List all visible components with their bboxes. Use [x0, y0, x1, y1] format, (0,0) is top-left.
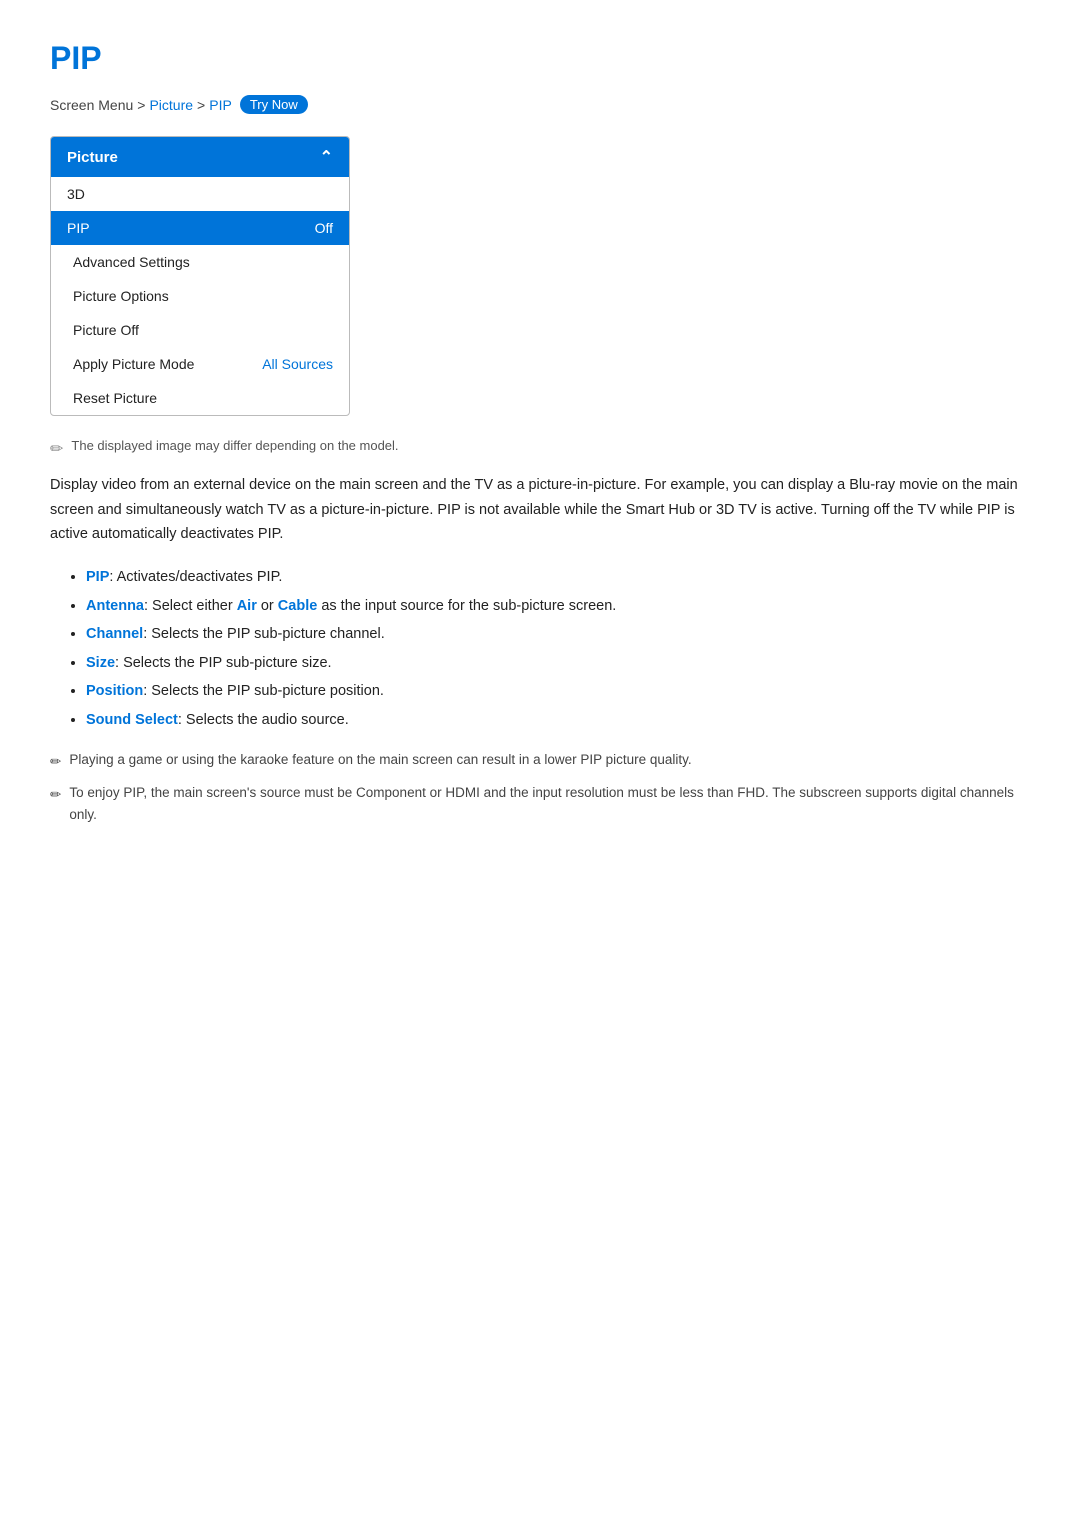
- menu-item-picture-options-label: Picture Options: [73, 288, 169, 304]
- list-item: Channel: Selects the PIP sub-picture cha…: [86, 622, 1030, 647]
- list-item: Antenna: Select either Air or Cable as t…: [86, 594, 1030, 619]
- top-note: ✏ The displayed image may differ dependi…: [50, 438, 1030, 459]
- breadcrumb: Screen Menu > Picture > PIP Try Now: [50, 95, 1030, 114]
- menu-item-picture-options[interactable]: Picture Options: [51, 279, 349, 313]
- term-position: Position: [86, 683, 143, 699]
- menu-item-apply-picture-mode-label: Apply Picture Mode: [73, 356, 194, 372]
- term-channel: Channel: [86, 626, 143, 642]
- position-desc: : Selects the PIP sub-picture position.: [143, 683, 384, 699]
- bottom-note-1: ✏ Playing a game or using the karaoke fe…: [50, 749, 1030, 773]
- menu-item-pip[interactable]: PIP Off: [51, 211, 349, 245]
- menu-header: Picture ⌃: [51, 137, 349, 177]
- menu-box: Picture ⌃ 3D PIP Off Advanced Settings P…: [50, 136, 350, 416]
- list-item: Size: Selects the PIP sub-picture size.: [86, 651, 1030, 676]
- menu-item-advanced-settings[interactable]: Advanced Settings: [51, 245, 349, 279]
- breadcrumb-sep-1: >: [137, 97, 145, 113]
- pencil-icon: ✏: [50, 439, 63, 459]
- sound-desc: : Selects the audio source.: [178, 712, 349, 728]
- antenna-desc-2: or: [257, 598, 278, 614]
- menu-item-apply-picture-mode-value: All Sources: [262, 356, 333, 372]
- term-pip: PIP: [86, 569, 109, 585]
- menu-item-3d[interactable]: 3D: [51, 177, 349, 211]
- feature-list: PIP: Activates/deactivates PIP. Antenna:…: [50, 565, 1030, 733]
- size-desc: : Selects the PIP sub-picture size.: [115, 655, 332, 671]
- chevron-up-icon: ⌃: [320, 147, 333, 167]
- menu-header-label: Picture: [67, 149, 118, 166]
- menu-item-picture-off-label: Picture Off: [73, 322, 139, 338]
- description: Display video from an external device on…: [50, 473, 1030, 547]
- menu-item-picture-off[interactable]: Picture Off: [51, 313, 349, 347]
- list-item: Sound Select: Selects the audio source.: [86, 708, 1030, 733]
- list-item: PIP: Activates/deactivates PIP.: [86, 565, 1030, 590]
- top-note-text: The displayed image may differ depending…: [71, 438, 398, 453]
- pip-desc: : Activates/deactivates PIP.: [109, 569, 282, 585]
- term-antenna: Antenna: [86, 598, 144, 614]
- term-size: Size: [86, 655, 115, 671]
- menu-item-reset-picture-label: Reset Picture: [73, 390, 157, 406]
- breadcrumb-sep-2: >: [197, 97, 205, 113]
- menu-item-reset-picture[interactable]: Reset Picture: [51, 381, 349, 415]
- menu-item-advanced-settings-label: Advanced Settings: [73, 254, 190, 270]
- page-title: PIP: [50, 40, 1030, 77]
- bottom-note-2-text: To enjoy PIP, the main screen's source m…: [69, 782, 1030, 825]
- pencil-icon-2: ✏: [50, 784, 61, 806]
- try-now-badge[interactable]: Try Now: [240, 95, 308, 114]
- antenna-desc-3: as the input source for the sub-picture …: [317, 598, 616, 614]
- bottom-note-2: ✏ To enjoy PIP, the main screen's source…: [50, 782, 1030, 825]
- breadcrumb-picture-link[interactable]: Picture: [149, 97, 193, 113]
- breadcrumb-pip-link[interactable]: PIP: [209, 97, 232, 113]
- menu-item-pip-label: PIP: [67, 220, 90, 236]
- term-sound-select: Sound Select: [86, 712, 178, 728]
- menu-item-apply-picture-mode[interactable]: Apply Picture Mode All Sources: [51, 347, 349, 381]
- menu-item-3d-label: 3D: [67, 186, 85, 202]
- term-cable: Cable: [278, 598, 318, 614]
- channel-desc: : Selects the PIP sub-picture channel.: [143, 626, 385, 642]
- pencil-icon-1: ✏: [50, 751, 61, 773]
- breadcrumb-screen-menu: Screen Menu: [50, 97, 133, 113]
- list-item: Position: Selects the PIP sub-picture po…: [86, 679, 1030, 704]
- term-air: Air: [237, 598, 257, 614]
- antenna-desc-1: : Select either: [144, 598, 237, 614]
- bottom-note-1-text: Playing a game or using the karaoke feat…: [69, 749, 691, 771]
- menu-item-pip-value: Off: [315, 220, 333, 236]
